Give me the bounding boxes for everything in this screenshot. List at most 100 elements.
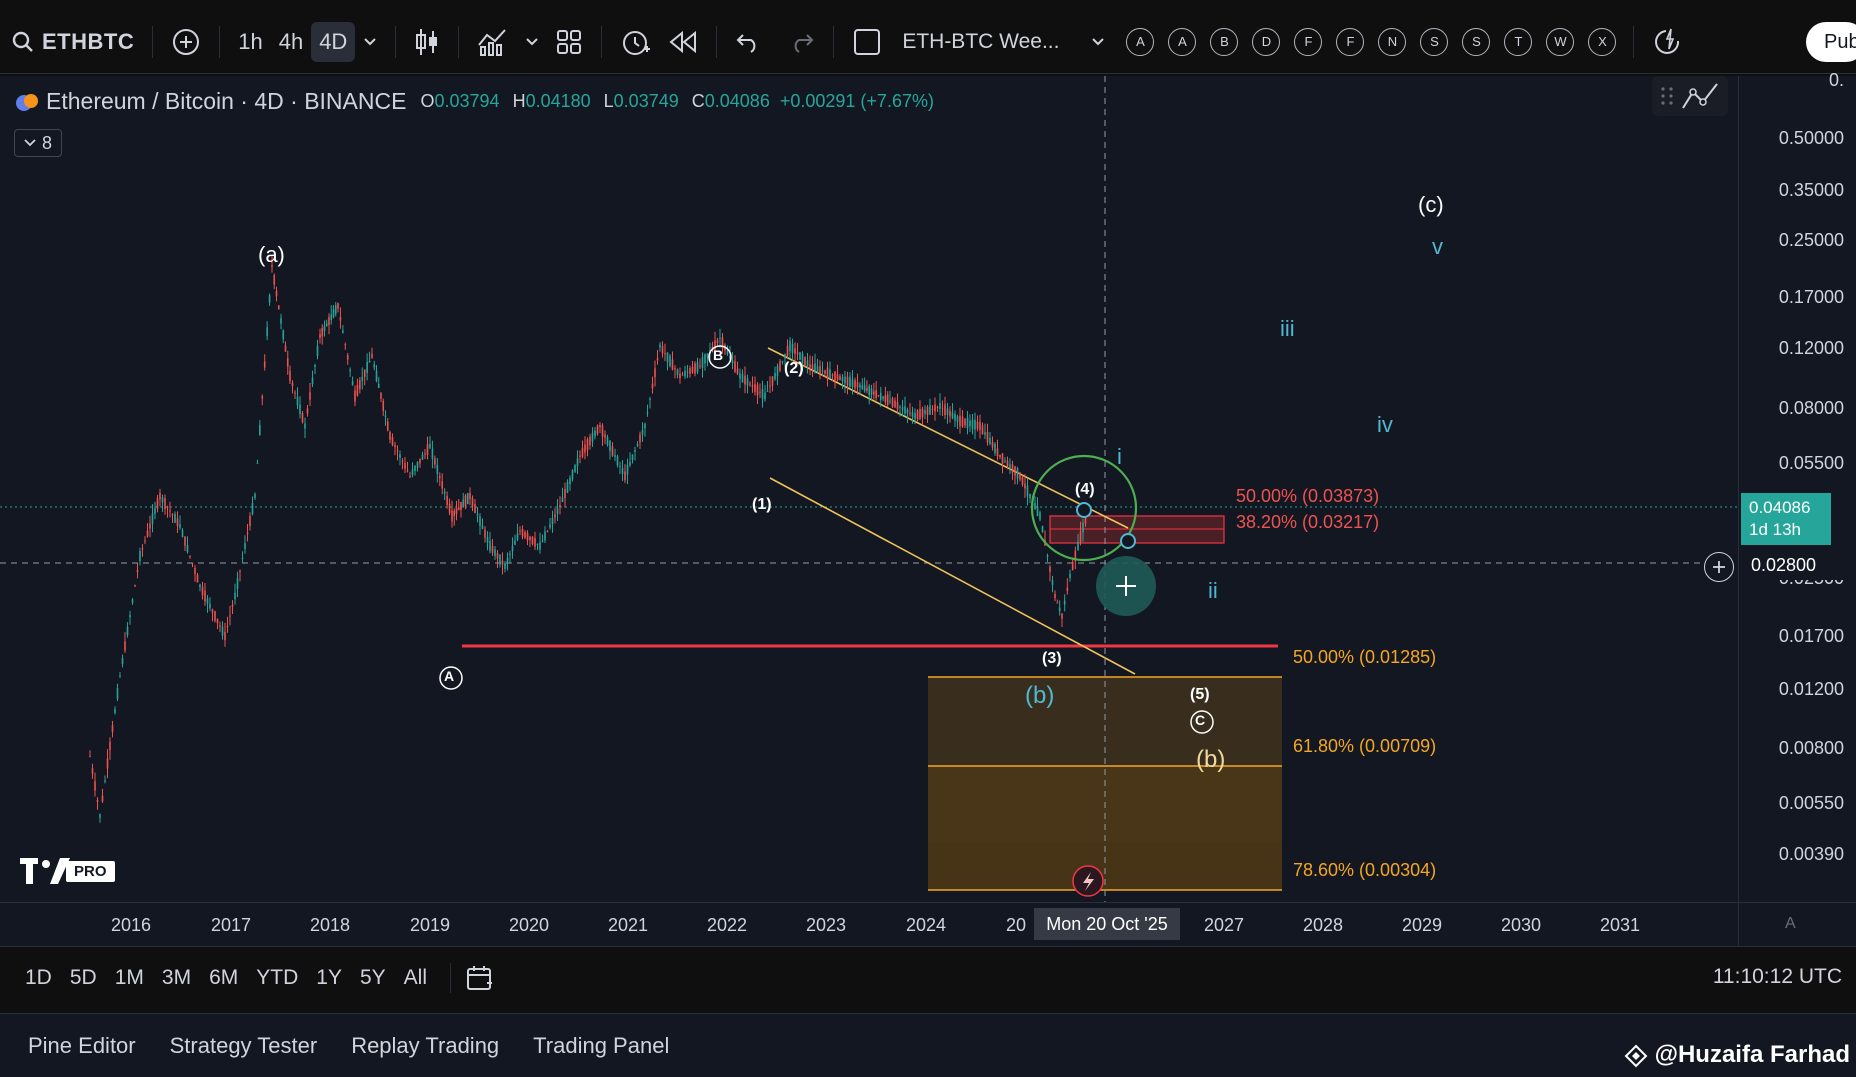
interval-dropdown[interactable] [355, 22, 385, 62]
redo-button[interactable] [781, 22, 823, 62]
range-5d[interactable]: 5D [61, 966, 106, 990]
candle-body [519, 530, 521, 532]
interval-4d[interactable]: 4D [311, 21, 356, 62]
letter-button[interactable]: N [1378, 27, 1407, 56]
pane-drag-handle[interactable] [1652, 76, 1728, 116]
go-to-date-button[interactable] [465, 963, 495, 993]
wave-iv-label[interactable]: iv [1377, 412, 1393, 438]
candle-body [751, 385, 754, 387]
low-value: 0.03749 [613, 91, 679, 111]
candle-body [629, 461, 631, 466]
anchor-point[interactable] [1076, 502, 1092, 518]
candle-body [636, 443, 639, 446]
candle-body [996, 448, 999, 457]
wave-1-label[interactable]: (1) [752, 496, 772, 514]
publish-button[interactable]: Pub [1806, 22, 1856, 62]
letter-button[interactable]: D [1252, 27, 1281, 56]
chart-type-button[interactable] [406, 22, 448, 62]
range-1m[interactable]: 1M [106, 966, 153, 990]
range-ytd[interactable]: YTD [247, 966, 307, 990]
candle-body [149, 523, 151, 529]
tab-replay-trading[interactable]: Replay Trading [337, 1033, 519, 1059]
letter-button[interactable]: F [1294, 27, 1323, 56]
wave-2-label[interactable]: (2) [784, 360, 804, 378]
letter-button[interactable]: A [1168, 27, 1197, 56]
time-axis[interactable]: 2016 2017 2018 2019 2020 2021 2022 2023 … [0, 902, 1738, 946]
candle-body [351, 381, 354, 385]
wave-i-label[interactable]: i [1117, 444, 1122, 470]
candle-body [561, 497, 564, 503]
tab-trading-panel[interactable]: Trading Panel [519, 1033, 689, 1059]
wave-ii-label[interactable]: ii [1208, 578, 1218, 604]
range-all[interactable]: All [395, 966, 436, 990]
letter-button[interactable]: T [1504, 27, 1533, 56]
chart-pane[interactable]: Ethereum / Bitcoin · 4D · BINANCE O0.037… [0, 76, 1738, 902]
wave-b-cyan-label[interactable]: (b) [1025, 682, 1054, 710]
circle-C-label[interactable]: C [1195, 712, 1205, 728]
candle-body [294, 392, 296, 394]
wave-5-label[interactable]: (5) [1190, 686, 1210, 704]
utc-clock[interactable]: 11:10:12 UTC [1713, 965, 1842, 989]
candle-body [404, 463, 406, 469]
symbol-search[interactable]: ETHBTC [0, 22, 142, 62]
auto-scale-button[interactable]: A [1738, 902, 1856, 946]
candle-body [359, 380, 361, 390]
wave-3-label[interactable]: (3) [1042, 650, 1062, 668]
candle-body [696, 362, 699, 373]
interval-4h[interactable]: 4h [271, 22, 311, 62]
range-6m[interactable]: 6M [200, 966, 247, 990]
letter-button[interactable]: B [1210, 27, 1239, 56]
tab-pine-editor[interactable]: Pine Editor [14, 1033, 156, 1059]
range-1d[interactable]: 1D [16, 966, 61, 990]
wave-label-c[interactable]: (c) [1418, 192, 1444, 218]
candle-body [275, 290, 278, 297]
templates-button[interactable] [547, 22, 591, 62]
wave-label-a[interactable]: (a) [258, 242, 285, 268]
quick-search-button[interactable] [1644, 22, 1690, 62]
circle-B-label[interactable]: B [713, 347, 723, 363]
undo-button[interactable] [727, 22, 769, 62]
price-axis[interactable]: 0. 0.50000 0.35000 0.25000 0.17000 0.120… [1738, 70, 1856, 902]
price-tick: 0.35000 [1778, 180, 1844, 200]
layout-selector[interactable]: ETH-BTC Wee... [844, 22, 1113, 62]
letter-button[interactable]: X [1588, 27, 1617, 56]
add-price-alert-button[interactable] [1704, 552, 1734, 582]
range-1y[interactable]: 1Y [307, 966, 351, 990]
alert-button[interactable] [612, 22, 660, 62]
candle-body [159, 492, 161, 500]
tab-strategy-tester[interactable]: Strategy Tester [156, 1033, 338, 1059]
letter-button[interactable]: W [1546, 27, 1575, 56]
indicators-dropdown[interactable] [517, 22, 547, 62]
chart-canvas[interactable] [0, 76, 1738, 902]
indicators-button[interactable] [469, 22, 517, 62]
wave-v-label[interactable]: v [1432, 234, 1443, 260]
candle-body [131, 599, 134, 603]
compare-button[interactable] [163, 22, 209, 62]
time-tick: 2030 [1500, 915, 1542, 935]
legend-collapse-button[interactable]: 8 [14, 129, 62, 157]
anchor-point[interactable] [1120, 533, 1136, 549]
letter-button[interactable]: S [1420, 27, 1449, 56]
wave-b-yellow-label[interactable]: (b) [1196, 746, 1225, 774]
candle-body [526, 532, 529, 541]
candle-body [646, 412, 649, 414]
range-3m[interactable]: 3M [153, 966, 200, 990]
letter-button[interactable]: A [1126, 27, 1155, 56]
candle-body [151, 513, 154, 524]
candle-body [268, 295, 271, 303]
range-5y[interactable]: 5Y [351, 966, 395, 990]
candle-body [574, 465, 576, 472]
interval-1h[interactable]: 1h [230, 22, 270, 62]
wave-4-label[interactable]: (4) [1075, 481, 1095, 499]
candle-body [849, 376, 851, 388]
legend-title[interactable]: Ethereum / Bitcoin · 4D · BINANCE [46, 88, 406, 115]
letter-button[interactable]: S [1462, 27, 1491, 56]
candle-body [804, 356, 806, 366]
wave-iii-label[interactable]: iii [1280, 316, 1295, 342]
candle-body [501, 560, 504, 565]
price-tick: 0.00550 [1778, 793, 1844, 813]
replay-button[interactable] [660, 22, 706, 62]
tradingview-logo: PRO [20, 856, 115, 886]
letter-button[interactable]: F [1336, 27, 1365, 56]
circle-A-label[interactable]: A [444, 668, 454, 684]
